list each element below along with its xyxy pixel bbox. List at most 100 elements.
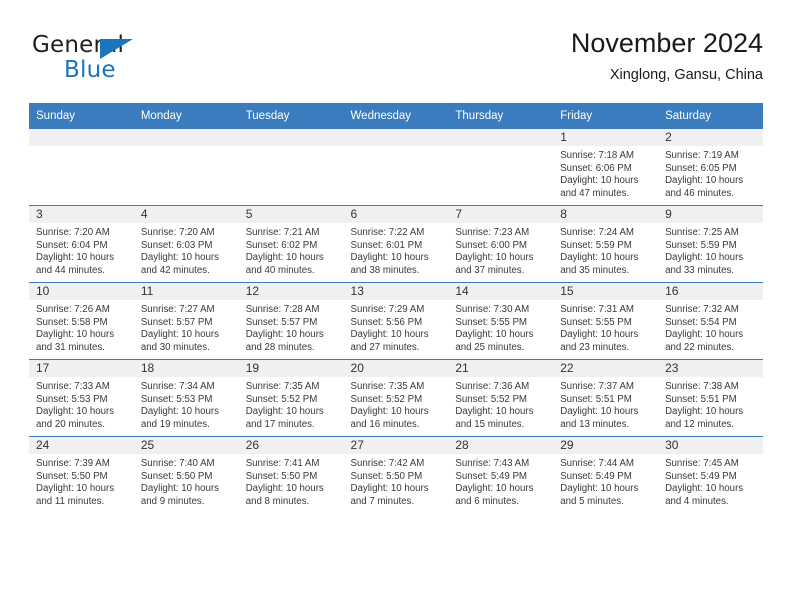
calendar-day-cell[interactable]: 29 Sunrise: 7:44 AM Sunset: 5:49 PM Dayligh… bbox=[553, 436, 659, 513]
sunset-time: Sunset: 5:52 PM bbox=[350, 393, 423, 405]
calendar-day-cell[interactable]: 16 Sunrise: 7:32 AM Sunset: 5:54 PM Dayligh… bbox=[658, 282, 763, 360]
calendar-day-cell[interactable]: 9 Sunrise: 7:25 AM Sunset: 5:59 PM Daylight… bbox=[658, 205, 763, 283]
day-number: 21 bbox=[448, 360, 554, 377]
calendar-day-cell[interactable]: 25 Sunrise: 7:40 AM Sunset: 5:50 PM Dayligh… bbox=[133, 436, 239, 513]
sunset-time: Sunset: 6:02 PM bbox=[245, 239, 318, 251]
daylight-duration-line2: and 16 minutes. bbox=[350, 418, 420, 430]
daylight-duration-line2: and 20 minutes. bbox=[36, 418, 105, 430]
sunrise-time: Sunrise: 7:31 AM bbox=[560, 304, 634, 315]
sunset-time: Sunset: 5:59 PM bbox=[560, 239, 632, 251]
day-details: Sunrise: 7:18 AM Sunset: 6:06 PM Daylight:… bbox=[553, 146, 658, 200]
sunset-time: Sunset: 5:49 PM bbox=[665, 470, 737, 482]
day-number: 17 bbox=[29, 360, 134, 377]
sunrise-time: Sunrise: 7:20 AM bbox=[140, 227, 215, 238]
daylight-duration-line2: and 30 minutes. bbox=[140, 341, 210, 353]
calendar-day-cell[interactable]: 10 Sunrise: 7:26 AM Sunset: 5:58 PM Dayligh… bbox=[29, 282, 134, 360]
sunrise-time: Sunrise: 7:26 AM bbox=[36, 304, 110, 315]
daylight-duration-line1: Daylight: 10 hours bbox=[560, 406, 639, 418]
calendar-page: General Blue November 2024 Xinglong, Gan… bbox=[0, 0, 792, 612]
calendar-day-cell[interactable]: 4 Sunrise: 7:20 AM Sunset: 6:03 PM Daylight… bbox=[133, 205, 239, 283]
sunrise-time: Sunrise: 7:38 AM bbox=[665, 381, 739, 392]
calendar-day-cell[interactable]: 18 Sunrise: 7:34 AM Sunset: 5:53 PM Dayligh… bbox=[133, 359, 239, 437]
calendar-day-cell[interactable]: 14 Sunrise: 7:30 AM Sunset: 5:55 PM Dayligh… bbox=[448, 282, 554, 360]
sunrise-time: Sunrise: 7:23 AM bbox=[455, 227, 530, 238]
calendar-day-cell[interactable]: 3 Sunrise: 7:20 AM Sunset: 6:04 PM Daylight… bbox=[29, 205, 134, 283]
sunset-time: Sunset: 6:00 PM bbox=[455, 239, 527, 251]
weekday-header-row: Sunday Monday Tuesday Wednesday Thursday… bbox=[29, 103, 763, 129]
calendar-day-cell[interactable]: 24 Sunrise: 7:39 AM Sunset: 5:50 PM Dayligh… bbox=[29, 436, 134, 513]
sunrise-time: Sunrise: 7:27 AM bbox=[140, 304, 215, 315]
day-details: Sunrise: 7:29 AM Sunset: 5:56 PM Daylight:… bbox=[344, 300, 449, 354]
daylight-duration-line2: and 11 minutes. bbox=[36, 495, 105, 507]
calendar-day-cell[interactable]: 30 Sunrise: 7:45 AM Sunset: 5:49 PM Dayligh… bbox=[658, 436, 763, 513]
title-block: November 2024 Xinglong, Gansu, China bbox=[571, 26, 763, 86]
sunrise-time: Sunrise: 7:22 AM bbox=[350, 227, 425, 238]
day-details: Sunrise: 7:43 AM Sunset: 5:49 PM Daylight:… bbox=[448, 454, 553, 508]
sunrise-time: Sunrise: 7:28 AM bbox=[245, 304, 320, 315]
day-details: Sunrise: 7:35 AM Sunset: 5:52 PM Daylight:… bbox=[239, 377, 344, 431]
day-number: 27 bbox=[343, 437, 449, 454]
sunrise-time: Sunrise: 7:29 AM bbox=[350, 304, 425, 315]
calendar-day-cell[interactable]: 23 Sunrise: 7:38 AM Sunset: 5:51 PM Dayligh… bbox=[658, 359, 763, 437]
day-number: 1 bbox=[553, 129, 659, 146]
day-details: Sunrise: 7:44 AM Sunset: 5:49 PM Daylight:… bbox=[553, 454, 658, 508]
sunrise-time: Sunrise: 7:36 AM bbox=[455, 381, 530, 392]
day-number: 16 bbox=[658, 283, 763, 300]
sunrise-time: Sunrise: 7:30 AM bbox=[455, 304, 530, 315]
calendar-day-cell[interactable]: 2 Sunrise: 7:19 AM Sunset: 6:05 PM Daylight… bbox=[658, 128, 763, 206]
calendar-day-cell[interactable]: 8 Sunrise: 7:24 AM Sunset: 5:59 PM Daylight… bbox=[553, 205, 659, 283]
calendar-day-cell[interactable]: 12 Sunrise: 7:28 AM Sunset: 5:57 PM Dayligh… bbox=[238, 282, 344, 360]
calendar-day-cell[interactable]: 17 Sunrise: 7:33 AM Sunset: 5:53 PM Dayligh… bbox=[29, 359, 134, 437]
day-details: Sunrise: 7:24 AM Sunset: 5:59 PM Daylight:… bbox=[553, 223, 658, 277]
calendar-day-cell[interactable]: 28 Sunrise: 7:43 AM Sunset: 5:49 PM Dayligh… bbox=[448, 436, 554, 513]
calendar-day-cell[interactable]: 27 Sunrise: 7:42 AM Sunset: 5:50 PM Dayligh… bbox=[343, 436, 449, 513]
day-number: 28 bbox=[448, 437, 554, 454]
calendar-day-cell[interactable]: 13 Sunrise: 7:29 AM Sunset: 5:56 PM Dayligh… bbox=[343, 282, 449, 360]
daylight-duration-line2: and 25 minutes. bbox=[455, 341, 525, 353]
sunset-time: Sunset: 6:04 PM bbox=[36, 239, 108, 251]
day-number: 25 bbox=[133, 437, 239, 454]
daylight-duration-line2: and 37 minutes. bbox=[455, 264, 525, 276]
calendar-day-cell[interactable]: 7 Sunrise: 7:23 AM Sunset: 6:00 PM Daylight… bbox=[448, 205, 554, 283]
day-details: Sunrise: 7:37 AM Sunset: 5:51 PM Daylight:… bbox=[553, 377, 658, 431]
day-details: Sunrise: 7:33 AM Sunset: 5:53 PM Daylight:… bbox=[29, 377, 134, 431]
calendar-day-cell[interactable]: 21 Sunrise: 7:36 AM Sunset: 5:52 PM Dayligh… bbox=[448, 359, 554, 437]
sunset-time: Sunset: 6:05 PM bbox=[665, 162, 737, 174]
daylight-duration-line1: Daylight: 10 hours bbox=[350, 329, 429, 341]
day-details: Sunrise: 7:34 AM Sunset: 5:53 PM Daylight:… bbox=[134, 377, 239, 431]
sunrise-time: Sunrise: 7:21 AM bbox=[245, 227, 320, 238]
day-number: 24 bbox=[29, 437, 134, 454]
calendar-day-cell[interactable]: 19 Sunrise: 7:35 AM Sunset: 5:52 PM Dayligh… bbox=[238, 359, 344, 437]
daylight-duration-line1: Daylight: 10 hours bbox=[36, 406, 115, 418]
day-details: Sunrise: 7:27 AM Sunset: 5:57 PM Daylight:… bbox=[134, 300, 239, 354]
day-details: Sunrise: 7:20 AM Sunset: 6:04 PM Daylight:… bbox=[29, 223, 134, 277]
weekday-header-tuesday: Tuesday bbox=[238, 103, 344, 129]
calendar-day-cell[interactable]: 22 Sunrise: 7:37 AM Sunset: 5:51 PM Dayligh… bbox=[553, 359, 659, 437]
daylight-duration-line1: Daylight: 10 hours bbox=[665, 329, 744, 341]
sunset-time: Sunset: 5:52 PM bbox=[455, 393, 527, 405]
daylight-duration-line2: and 19 minutes. bbox=[140, 418, 210, 430]
day-number: 10 bbox=[29, 283, 134, 300]
daylight-duration-line1: Daylight: 10 hours bbox=[36, 483, 115, 495]
calendar-day-cell[interactable]: 20 Sunrise: 7:35 AM Sunset: 5:52 PM Dayligh… bbox=[343, 359, 449, 437]
calendar-day-cell[interactable]: 6 Sunrise: 7:22 AM Sunset: 6:01 PM Daylight… bbox=[343, 205, 449, 283]
calendar-body: 1 Sunrise: 7:18 AM Sunset: 6:06 PM Daylight… bbox=[29, 128, 763, 513]
daylight-duration-line2: and 35 minutes. bbox=[560, 264, 630, 276]
day-number: 30 bbox=[658, 437, 763, 454]
day-details: Sunrise: 7:40 AM Sunset: 5:50 PM Daylight:… bbox=[134, 454, 239, 508]
calendar-day-cell[interactable]: 11 Sunrise: 7:27 AM Sunset: 5:57 PM Dayligh… bbox=[133, 282, 239, 360]
daylight-duration-line2: and 6 minutes. bbox=[455, 495, 519, 507]
weekday-header-thursday: Thursday bbox=[448, 103, 554, 129]
calendar-day-cell[interactable]: 5 Sunrise: 7:21 AM Sunset: 6:02 PM Daylight… bbox=[238, 205, 344, 283]
calendar-day-cell[interactable]: 1 Sunrise: 7:18 AM Sunset: 6:06 PM Daylight… bbox=[553, 128, 659, 206]
calendar-day-cell[interactable]: 26 Sunrise: 7:41 AM Sunset: 5:50 PM Dayligh… bbox=[238, 436, 344, 513]
day-number: 19 bbox=[238, 360, 344, 377]
sunset-time: Sunset: 5:58 PM bbox=[36, 316, 108, 328]
logo-triangle-icon bbox=[100, 39, 133, 59]
calendar-day-cell[interactable]: 15 Sunrise: 7:31 AM Sunset: 5:55 PM Dayligh… bbox=[553, 282, 659, 360]
daylight-duration-line1: Daylight: 10 hours bbox=[140, 252, 219, 264]
sunset-time: Sunset: 5:57 PM bbox=[140, 316, 213, 328]
day-number: 7 bbox=[448, 206, 554, 223]
day-number: 22 bbox=[553, 360, 659, 377]
sunset-time: Sunset: 5:50 PM bbox=[245, 470, 318, 482]
